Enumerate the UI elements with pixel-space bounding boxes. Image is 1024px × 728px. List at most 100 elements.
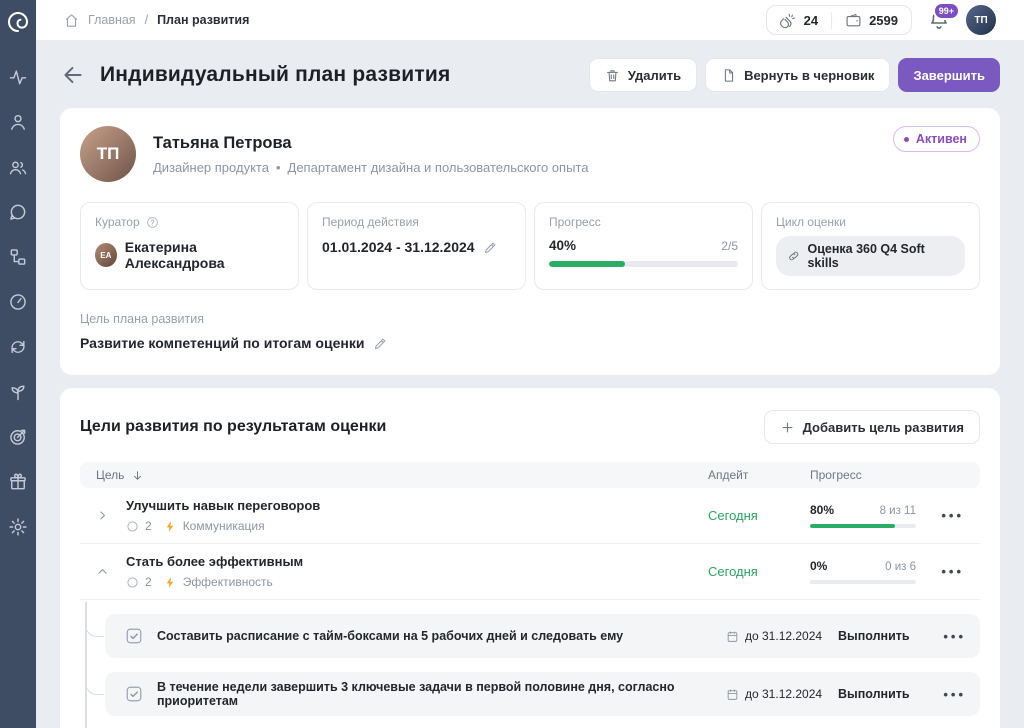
subtask-row: Составить расписание с тайм-боксами на 5…: [105, 614, 980, 658]
coins-counter[interactable]: 2599: [831, 12, 911, 29]
goal-update: Сегодня: [708, 508, 758, 523]
goal-progress-percent: 80%: [810, 503, 834, 517]
sort-descending-icon[interactable]: [131, 469, 144, 482]
progress-bar: [549, 261, 738, 267]
row-menu-icon[interactable]: •••: [941, 565, 964, 578]
chevron-right-icon[interactable]: [96, 509, 109, 522]
goal-title[interactable]: Улучшить навык переговоров: [126, 498, 320, 513]
edit-goal-icon[interactable]: [373, 336, 388, 351]
curator-name: Екатерина Александрова: [125, 239, 284, 271]
lightning-icon: [164, 520, 177, 533]
period-box: Период действия 01.01.2024 - 31.12.2024: [307, 202, 526, 290]
breadcrumb: Главная / План развития: [64, 13, 249, 28]
user-avatar-initials: ТП: [974, 15, 987, 26]
topbar: Главная / План развития 24 2599 99+ ТП: [36, 0, 1024, 40]
plan-goal-label: Цель плана развития: [80, 312, 980, 326]
cycle-box: Цикл оценки Оценка 360 Q4 Soft skills: [761, 202, 980, 290]
cycle-value: Оценка 360 Q4 Soft skills: [807, 242, 954, 270]
curator-avatar-initials: ЕА: [100, 251, 111, 260]
notifications-button[interactable]: 99+: [928, 9, 950, 31]
progress-bar-fill: [549, 261, 625, 267]
clap-icon: [780, 12, 797, 29]
goal-progress-bar-fill: [810, 524, 895, 528]
page-title: Индивидуальный план развития: [100, 63, 450, 87]
breadcrumb-current: План развития: [157, 13, 249, 27]
plan-goal-value: Развитие компетенций по итогам оценки: [80, 335, 364, 351]
curator-label: Куратор: [95, 215, 140, 229]
subtask-checkbox[interactable]: [125, 685, 143, 703]
wallet-icon: [845, 12, 862, 29]
column-progress: Прогресс: [810, 468, 916, 482]
target-icon[interactable]: [8, 427, 28, 447]
profile-icon[interactable]: [8, 112, 28, 132]
back-button[interactable]: [60, 62, 86, 88]
link-icon: [787, 249, 800, 263]
goal-update: Сегодня: [708, 564, 758, 579]
edit-period-icon[interactable]: [483, 240, 498, 255]
progress-percent: 40%: [549, 238, 576, 253]
subtask-menu-icon[interactable]: •••: [943, 630, 966, 643]
complete-task-button[interactable]: Выполнить: [838, 629, 930, 643]
growth-icon[interactable]: [8, 382, 28, 402]
finish-button[interactable]: Завершить: [898, 58, 1000, 92]
chat-icon[interactable]: [8, 202, 28, 222]
calendar-icon: [726, 630, 739, 643]
goal-progress-fraction: 8 из 11: [880, 505, 916, 517]
goals-card: Цели развития по результатам оценки Доба…: [60, 388, 1000, 728]
goal-progress-bar: [810, 524, 916, 528]
org-structure-icon[interactable]: [8, 247, 28, 267]
gauge-icon[interactable]: [8, 292, 28, 312]
plan-summary-card: ТП Татьяна Петрова Дизайнер продукта • Д…: [60, 108, 1000, 375]
goal-competency: Коммуникация: [183, 519, 265, 533]
claps-count: 24: [804, 13, 818, 28]
rewards-pill: 24 2599: [766, 5, 912, 35]
employee-avatar-initials: ТП: [97, 144, 120, 164]
complete-task-button[interactable]: Выполнить: [838, 687, 930, 701]
table-header: Цель Апдейт Прогресс: [80, 462, 980, 488]
subtask-text: Составить расписание с тайм-боксами на 5…: [157, 629, 726, 643]
help-icon[interactable]: [146, 216, 159, 229]
document-icon: [721, 68, 736, 83]
employee-name: Татьяна Петрова: [153, 134, 588, 153]
goal-tasks-count: 2: [145, 575, 152, 589]
team-icon[interactable]: [8, 157, 28, 177]
sync-icon[interactable]: [8, 337, 28, 357]
content-area: Индивидуальный план развития Удалить Вер…: [36, 40, 1024, 728]
curator-avatar: ЕА: [95, 243, 117, 267]
row-menu-icon[interactable]: •••: [941, 509, 964, 522]
activity-icon[interactable]: [8, 67, 28, 87]
home-icon[interactable]: [64, 13, 79, 28]
app-logo-icon[interactable]: [6, 10, 30, 34]
claps-counter[interactable]: 24: [767, 12, 831, 29]
status-badge: Активен: [893, 126, 980, 152]
gift-icon[interactable]: [8, 472, 28, 492]
goals-section-title: Цели развития по результатам оценки: [80, 418, 386, 436]
status-label: Активен: [916, 132, 967, 146]
trash-icon: [605, 68, 620, 83]
user-avatar[interactable]: ТП: [966, 5, 996, 35]
goal-title[interactable]: Стать более эффективным: [126, 554, 303, 569]
column-update: Апдейт: [708, 468, 810, 482]
breadcrumb-home[interactable]: Главная: [88, 13, 136, 27]
subtask-list: Составить расписание с тайм-боксами на 5…: [105, 614, 980, 728]
delete-button[interactable]: Удалить: [589, 58, 697, 92]
chevron-up-icon[interactable]: [96, 565, 109, 578]
return-to-draft-label: Вернуть в черновик: [744, 68, 874, 83]
add-goal-button[interactable]: Добавить цель развития: [764, 410, 980, 444]
period-label: Период действия: [322, 215, 419, 229]
subtask-menu-icon[interactable]: •••: [943, 688, 966, 701]
cycle-chip[interactable]: Оценка 360 Q4 Soft skills: [776, 236, 965, 276]
return-to-draft-button[interactable]: Вернуть в черновик: [705, 58, 890, 92]
subtask-checkbox[interactable]: [125, 627, 143, 645]
delete-button-label: Удалить: [628, 68, 681, 83]
lightning-icon: [164, 576, 177, 589]
curator-box: Куратор ЕА Екатерина Александрова: [80, 202, 299, 290]
employee-avatar: ТП: [80, 126, 136, 182]
notifications-badge: 99+: [933, 2, 960, 20]
subtask-text: В течение недели завершить 3 ключевые за…: [157, 680, 726, 708]
sidebar: [0, 0, 36, 728]
progress-box: Прогресс 40% 2/5: [534, 202, 753, 290]
settings-icon[interactable]: [8, 517, 28, 537]
employee-department: Департамент дизайна и пользовательского …: [288, 160, 589, 175]
breadcrumb-separator: /: [145, 13, 148, 27]
